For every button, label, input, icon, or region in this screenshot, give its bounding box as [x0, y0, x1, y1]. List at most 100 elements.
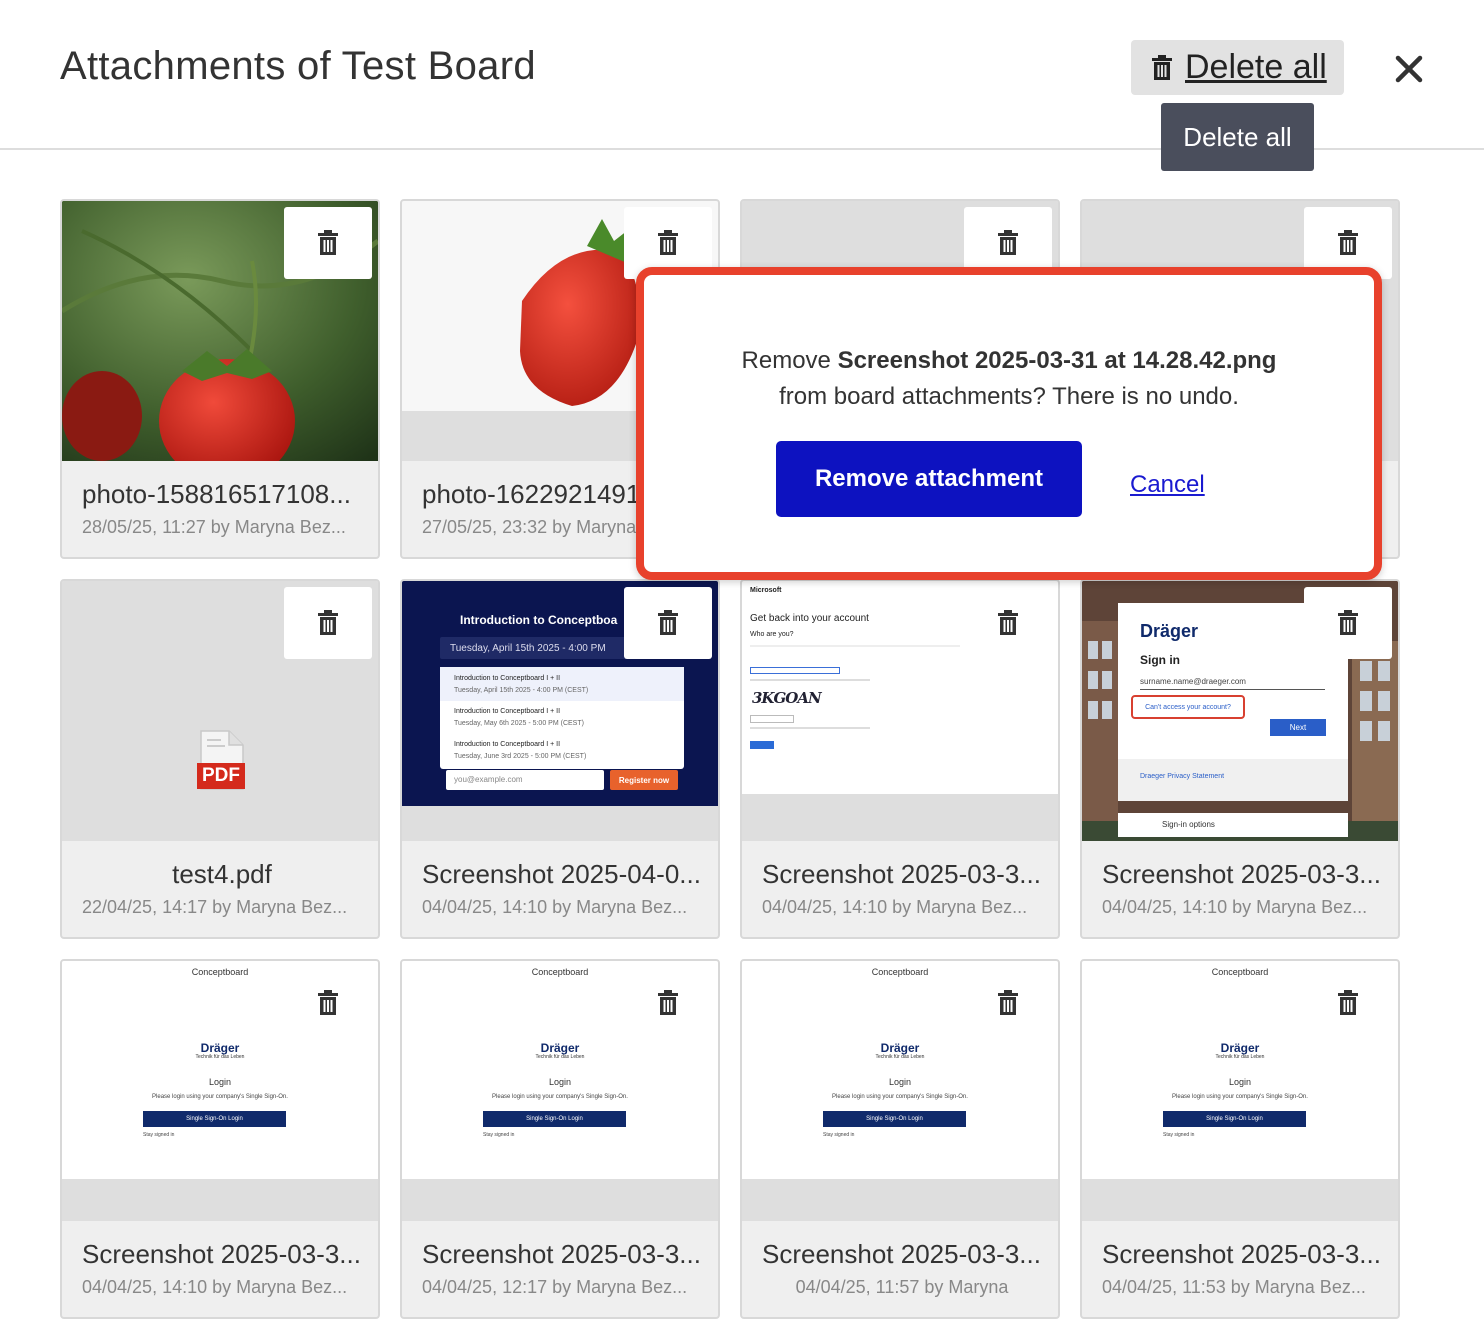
login-logo: Dräger [540, 1041, 580, 1055]
login-stay: Stay signed in [1163, 1132, 1195, 1138]
attachment-card[interactable]: Conceptboard Dräger Technik für das Lebe… [400, 959, 720, 1319]
delete-all-button[interactable]: Delete all [1131, 40, 1344, 95]
delete-attachment-button[interactable] [964, 967, 1052, 1039]
webinar-option-name: Introduction to Conceptboard I + II [454, 708, 561, 715]
login-instruction: Please login using your company's Single… [832, 1094, 968, 1100]
trash-icon [658, 230, 678, 255]
drager-logo: Dräger [1140, 621, 1199, 641]
login-logo: Dräger [880, 1041, 920, 1055]
login-tagline: Technik für das Leben [195, 1054, 245, 1060]
dialog-message: Remove Screenshot 2025-03-31 at 14.28.42… [644, 343, 1374, 415]
drager-next: Next [1270, 719, 1326, 736]
login-title: Login [548, 1077, 572, 1087]
remove-attachment-button[interactable]: Remove attachment [776, 441, 1082, 517]
webinar-title: Introduction to Conceptboa [460, 613, 618, 627]
delete-attachment-button[interactable] [624, 967, 712, 1039]
close-icon [1395, 55, 1423, 83]
login-title: Login [1228, 1077, 1252, 1087]
trash-icon [318, 230, 338, 255]
trash-icon [1152, 54, 1172, 80]
webinar-option-time: Tuesday, April 15th 2025 - 4:00 PM (CEST… [454, 687, 589, 694]
drager-email: surname.name@draeger.com [1140, 677, 1246, 686]
login-instruction: Please login using your company's Single… [152, 1094, 288, 1100]
login-title: Login [888, 1077, 912, 1087]
close-button[interactable] [1392, 52, 1426, 86]
delete-attachment-button[interactable] [284, 967, 372, 1039]
trash-icon [998, 230, 1018, 255]
attachment-meta: 04/04/25, 11:57 by Maryna [795, 1277, 1009, 1297]
trash-icon [1338, 990, 1358, 1015]
drager-signin-options: Sign-in options [1162, 820, 1215, 829]
login-logo: Dräger [200, 1041, 240, 1055]
pdf-icon-label: PDF [202, 765, 240, 786]
delete-attachment-button[interactable] [964, 587, 1052, 659]
delete-all-tooltip: Delete all [1161, 103, 1314, 171]
cancel-link[interactable]: Cancel [1130, 471, 1205, 499]
attachment-name: Screenshot 2025-03-3... [1102, 1239, 1381, 1269]
login-title: Login [208, 1077, 232, 1087]
attachment-card[interactable]: Conceptboard Dräger Technik für das Lebe… [60, 959, 380, 1319]
webinar-date: Tuesday, April 15th 2025 - 4:00 PM [450, 643, 606, 654]
delete-all-label: Delete all [1185, 48, 1327, 86]
ms-sub: Who are you? [750, 631, 794, 638]
pdf-icon: PDF [197, 729, 245, 791]
attachment-card[interactable]: Conceptboard Dräger Technik für das Lebe… [1080, 959, 1400, 1319]
dialog-filename: Screenshot 2025-03-31 at 14.28.42.png [837, 347, 1277, 374]
attachment-name: Screenshot 2025-03-3... [1102, 859, 1381, 889]
remove-confirmation-dialog: Remove Screenshot 2025-03-31 at 14.28.42… [636, 267, 1382, 580]
trash-icon [658, 990, 678, 1015]
attachment-name: test4.pdf [172, 859, 272, 889]
trash-icon [1338, 610, 1358, 635]
page-title: Attachments of Test Board [60, 44, 536, 88]
attachment-name: Screenshot 2025-03-3... [762, 1239, 1041, 1269]
login-sso-button: Single Sign-On Login [483, 1111, 626, 1127]
login-stay: Stay signed in [143, 1132, 175, 1138]
drager-signin-heading: Sign in [1140, 653, 1180, 667]
webinar-option-time: Tuesday, May 6th 2025 - 5:00 PM (CEST) [454, 720, 584, 727]
attachment-card[interactable]: PDF test4.pdf 22/04/25, 14:17 by Maryna … [60, 579, 380, 939]
delete-attachment-button[interactable] [284, 207, 372, 279]
trash-icon [658, 610, 678, 635]
webinar-option-time: Tuesday, June 3rd 2025 - 5:00 PM (CEST) [454, 753, 587, 760]
attachment-name: Screenshot 2025-04-0... [422, 859, 701, 889]
login-tagline: Technik für das Leben [1215, 1054, 1265, 1060]
login-tagline: Technik für das Leben [875, 1054, 925, 1060]
ms-brand: Microsoft [750, 587, 782, 594]
drager-cant-access: Can't access your account? [1131, 695, 1245, 719]
trash-icon [318, 990, 338, 1015]
attachment-meta: 28/05/25, 11:27 by Maryna Bez... [82, 517, 346, 537]
dialog-message-prefix: Remove [741, 347, 838, 374]
attachment-meta: 04/04/25, 12:17 by Maryna Bez... [422, 1277, 688, 1297]
login-instruction: Please login using your company's Single… [492, 1094, 628, 1100]
delete-attachment-button[interactable] [1304, 587, 1392, 659]
attachment-meta: 04/04/25, 14:10 by Maryna Bez... [82, 1277, 348, 1297]
login-stay: Stay signed in [823, 1132, 855, 1138]
attachment-meta: 04/04/25, 14:10 by Maryna Bez... [422, 897, 688, 917]
attachment-card[interactable]: Conceptboard Dräger Technik für das Lebe… [740, 959, 1060, 1319]
attachment-meta: 04/04/25, 14:10 by Maryna Bez... [1102, 897, 1368, 917]
login-sso-button: Single Sign-On Login [1163, 1111, 1306, 1127]
webinar-options: Introduction to Conceptboard I + II Tues… [440, 667, 684, 769]
trash-icon [1338, 230, 1358, 255]
drager-privacy: Draeger Privacy Statement [1140, 773, 1225, 780]
delete-attachment-button[interactable] [624, 587, 712, 659]
attachment-name: Screenshot 2025-03-3... [422, 1239, 701, 1269]
attachment-meta: 22/04/25, 14:17 by Maryna Bez... [82, 897, 348, 917]
login-instruction: Please login using your company's Single… [1172, 1094, 1308, 1100]
delete-attachment-button[interactable] [1304, 967, 1392, 1039]
webinar-register: Register now [610, 770, 678, 790]
attachment-card[interactable]: Introduction to Conceptboa Tuesday, Apri… [400, 579, 720, 939]
webinar-option-name: Introduction to Conceptboard I + II [454, 675, 561, 682]
ms-heading: Get back into your account [750, 613, 869, 624]
webinar-option-name: Introduction to Conceptboard I + II [454, 741, 561, 748]
attachment-card[interactable]: Microsoft Get back into your account Who… [740, 579, 1060, 939]
login-logo: Dräger [1220, 1041, 1260, 1055]
login-stay: Stay signed in [483, 1132, 515, 1138]
trash-icon [998, 990, 1018, 1015]
trash-icon [318, 610, 338, 635]
delete-attachment-button[interactable] [284, 587, 372, 659]
trash-icon [998, 610, 1018, 635]
attachment-card[interactable]: Dräger Sign in surname.name@draeger.com … [1080, 579, 1400, 939]
attachment-card[interactable]: photo-158816517108... 28/05/25, 11:27 by… [60, 199, 380, 559]
attachment-meta: 04/04/25, 11:53 by Maryna Bez... [1102, 1277, 1366, 1297]
